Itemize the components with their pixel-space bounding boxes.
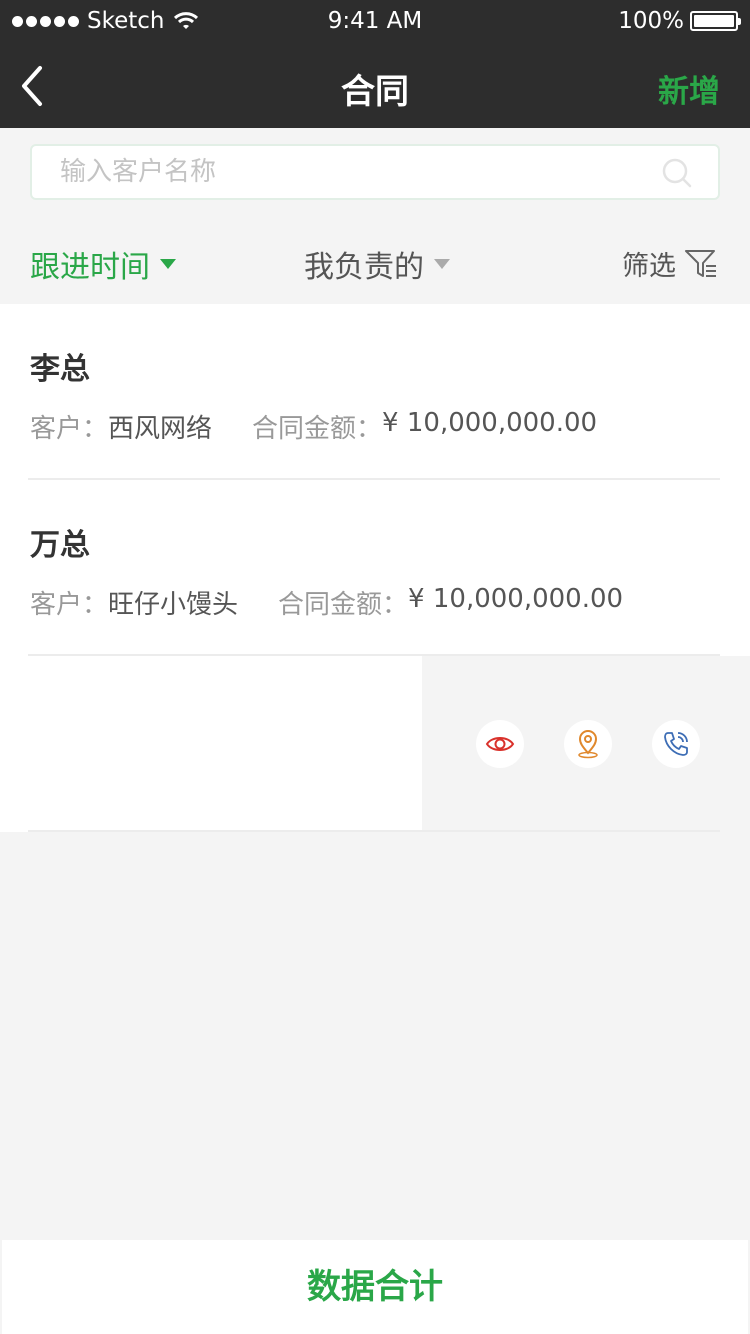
phone-icon	[664, 732, 688, 756]
customer-value: 西风网络	[108, 414, 213, 444]
location-button[interactable]	[564, 720, 612, 768]
search-input[interactable]	[60, 154, 660, 190]
customer-label: 客户：	[30, 590, 109, 620]
search-section	[0, 128, 750, 218]
nav-bar: 合同 新增	[0, 44, 750, 128]
amount-label: 合同金额：	[252, 414, 383, 444]
location-pin-icon	[578, 730, 598, 759]
page-title: 合同	[341, 72, 409, 112]
customer-label: 客户：	[30, 414, 109, 444]
filter-mine-label: 我负责的	[304, 250, 424, 285]
add-contract-button[interactable]: 新增	[658, 66, 720, 111]
filter-screen-label: 筛选	[622, 251, 676, 282]
caret-down-icon	[434, 259, 450, 269]
status-right: 100%	[618, 8, 741, 34]
view-button[interactable]	[476, 720, 524, 768]
status-bar: Sketch 9:41 AM 100%	[0, 0, 750, 44]
data-summary-button[interactable]: 数据合计	[2, 1240, 748, 1334]
swiped-list-item[interactable]	[0, 656, 750, 832]
customer-value: 旺仔小馒头	[108, 590, 239, 620]
search-box[interactable]	[30, 144, 720, 200]
battery-icon	[690, 11, 741, 31]
battery-percent: 100%	[618, 8, 684, 34]
filter-bar: 跟进时间 我负责的 筛选	[0, 218, 750, 304]
contract-meta: 客户： 西风网络 合同金额： ¥ 10,000,000.00	[30, 408, 597, 445]
contract-meta: 客户： 旺仔小馒头 合同金额： ¥ 10,000,000.00	[30, 584, 623, 621]
eye-icon	[485, 737, 515, 751]
amount-label: 合同金额：	[278, 590, 409, 620]
funnel-icon	[685, 249, 716, 277]
list-item[interactable]: 李总 客户： 西风网络 合同金额： ¥ 10,000,000.00	[0, 304, 750, 480]
caret-down-icon	[160, 259, 176, 269]
divider	[28, 830, 720, 832]
amount-value: ¥ 10,000,000.00	[382, 408, 598, 438]
search-icon[interactable]	[662, 158, 692, 188]
call-button[interactable]	[652, 720, 700, 768]
contract-contact-name: 李总	[30, 352, 90, 387]
filter-follow-time[interactable]: 跟进时间	[30, 242, 176, 286]
swiped-item-content[interactable]	[0, 656, 422, 832]
contract-contact-name: 万总	[30, 528, 90, 563]
filter-screen-button[interactable]: 筛选	[622, 244, 718, 283]
filter-follow-time-label: 跟进时间	[30, 250, 150, 285]
list-item[interactable]: 万总 客户： 旺仔小馒头 合同金额： ¥ 10,000,000.00	[0, 480, 750, 656]
filter-mine[interactable]: 我负责的	[304, 242, 450, 286]
amount-value: ¥ 10,000,000.00	[408, 584, 624, 614]
contract-list: 李总 客户： 西风网络 合同金额： ¥ 10,000,000.00 万总 客户：…	[0, 304, 750, 832]
